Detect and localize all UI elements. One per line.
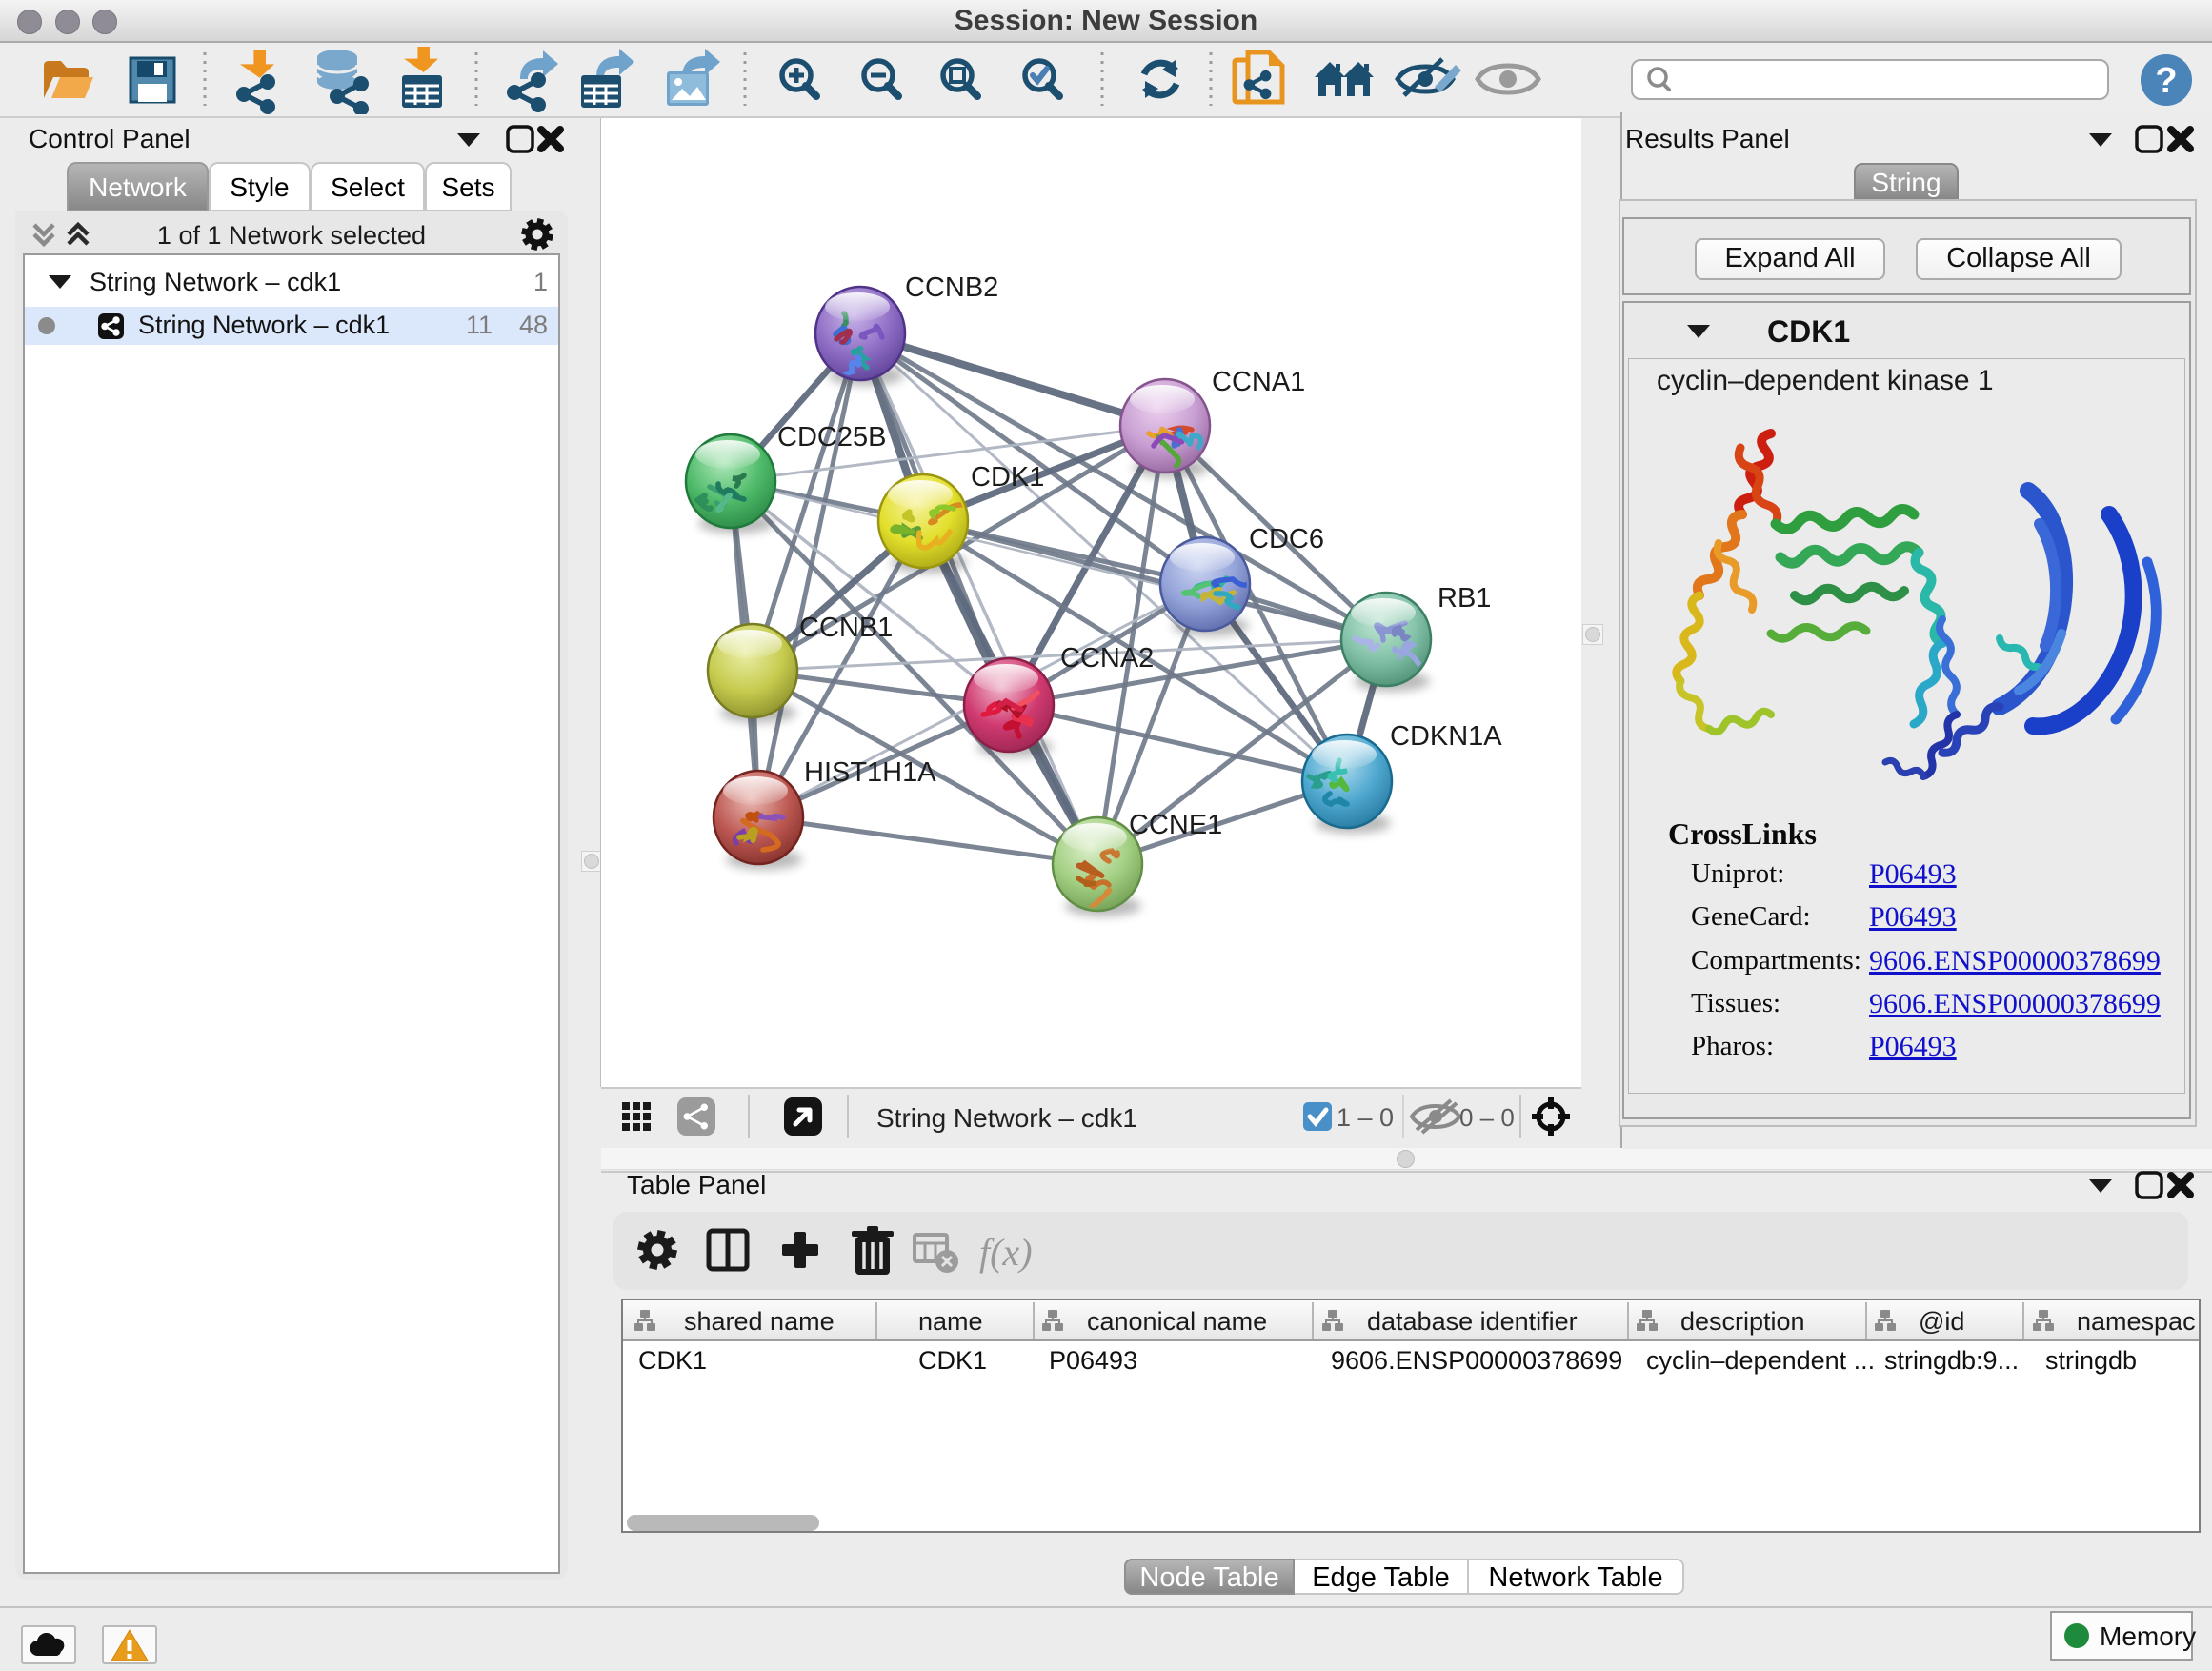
svg-text:CCNA2: CCNA2 bbox=[1060, 643, 1154, 674]
svg-text:CCNB2: CCNB2 bbox=[905, 272, 998, 303]
svg-text:HIST1H1A: HIST1H1A bbox=[804, 757, 936, 788]
svg-text:name: name bbox=[918, 1307, 983, 1336]
svg-text:?: ? bbox=[2155, 61, 2177, 101]
svg-text:canonical name: canonical name bbox=[1087, 1307, 1267, 1336]
svg-text:1 – 0: 1 – 0 bbox=[1337, 1103, 1394, 1132]
svg-text:database identifier: database identifier bbox=[1367, 1307, 1578, 1336]
svg-text:CDC6: CDC6 bbox=[1249, 524, 1324, 554]
svg-text:CCNA1: CCNA1 bbox=[1212, 367, 1305, 397]
svg-text:f(x): f(x) bbox=[979, 1231, 1033, 1274]
svg-text:CDC25B: CDC25B bbox=[777, 422, 886, 453]
svg-text:0 – 0: 0 – 0 bbox=[1459, 1103, 1515, 1132]
svg-text:description: description bbox=[1680, 1307, 1805, 1336]
svg-text:CCNB1: CCNB1 bbox=[799, 613, 893, 643]
svg-text:namespac: namespac bbox=[2077, 1307, 2196, 1336]
svg-text:CCNE1: CCNE1 bbox=[1129, 810, 1222, 840]
svg-text:@id: @id bbox=[1919, 1307, 1964, 1336]
svg-text:CDK1: CDK1 bbox=[971, 462, 1044, 493]
svg-text:RB1: RB1 bbox=[1438, 583, 1491, 614]
svg-text:CDKN1A: CDKN1A bbox=[1390, 721, 1502, 752]
svg-text:shared name: shared name bbox=[684, 1307, 835, 1336]
